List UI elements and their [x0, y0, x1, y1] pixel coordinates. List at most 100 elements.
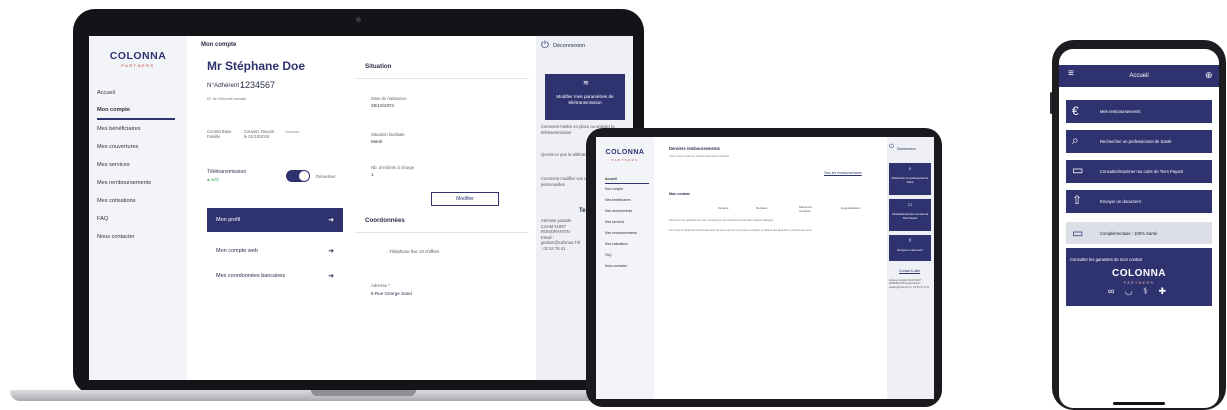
card-icon: ▭	[1072, 226, 1084, 240]
logo: COLONNA	[109, 50, 167, 62]
logout-button[interactable]: Déconnexion	[553, 43, 585, 49]
menu-label: Mon compte web	[216, 248, 258, 254]
all-refunds-link[interactable]: Tous les remboursements	[824, 171, 862, 175]
empty-message: Vous n'avez pas de remboursements récent…	[669, 154, 729, 158]
power-icon[interactable]: ⏻	[889, 144, 894, 151]
contact-help-link[interactable]: Contact & Aide	[899, 269, 920, 273]
sidebar-item-beneficiaires[interactable]: Mes bénéficiaires	[605, 198, 631, 202]
sidebar-item-services[interactable]: Mes services	[97, 162, 130, 168]
contact-info: Adresse postale CSAM 41097 ROMORANTIN Ce…	[889, 279, 930, 289]
situation-title: Situation	[365, 63, 392, 70]
menu-compte-web[interactable]: Mon compte web ➔	[207, 239, 343, 263]
divider	[355, 232, 529, 233]
tab-optique[interactable]: Optique	[718, 206, 729, 210]
page-title: Accueil	[1129, 73, 1149, 79]
search-professional-button[interactable]: Rechercher un professionnel de Santé	[1066, 130, 1212, 153]
logo-sub: PARTNERS	[1123, 281, 1155, 285]
contact-title: Te	[579, 208, 586, 214]
sidebar-item-remboursements[interactable]: Mes remboursements	[97, 180, 151, 186]
logo: COLONNA	[1111, 268, 1167, 279]
phone-field[interactable]: Téléphone fixe 10 chiffres	[389, 248, 459, 255]
power-icon[interactable]: ⏻	[541, 40, 549, 51]
sidebar	[89, 36, 187, 380]
secu-label: N° de Sécurité sociale	[207, 96, 247, 101]
wifi-icon: ≋	[583, 80, 589, 87]
logout-button[interactable]: Déconnexion	[897, 147, 916, 151]
family-value: Marié	[371, 139, 383, 144]
sidebar-item-beneficiaires[interactable]: Mes bénéficiaires	[97, 126, 141, 132]
sidebar-item-accueil[interactable]: Accueil	[97, 90, 115, 96]
logo-sub: PARTNERS	[121, 63, 155, 68]
status-badge: ● Actif	[207, 177, 219, 182]
logo: COLONNA	[605, 149, 645, 156]
coverage-icons: ∞ ◡ ⚕ ✚	[1107, 286, 1171, 296]
tablet-screen: COLONNA PARTNERS Accueil Mon compte Mes …	[596, 137, 934, 399]
sidebar-item-cotisations[interactable]: Mes cotisations	[605, 242, 628, 246]
sidebar-item-remboursements[interactable]: Mes remboursements	[605, 231, 637, 235]
sidebar-item-contact[interactable]: Nous contacter	[97, 234, 135, 240]
adherent-label: N°Adhérent :	[207, 82, 243, 89]
euro-icon: €	[1072, 104, 1079, 118]
contract-note: Découvrez les garanties de votre contrat…	[669, 219, 775, 222]
children-value: 1	[371, 172, 374, 177]
arrow-right-icon: ➔	[328, 248, 334, 255]
tab-medecine[interactable]: Médecine courante	[799, 205, 823, 213]
voucher-label: Voucher	[285, 129, 300, 134]
menu-label: Mon profil	[216, 217, 241, 223]
family-label: Situation familiale	[371, 132, 405, 137]
children-label: Nb. d'enfants à charge	[371, 165, 415, 170]
sidebar-item-faq[interactable]: FAQ	[97, 216, 108, 222]
sidebar-item-mon-compte[interactable]: Mon compte	[605, 187, 623, 191]
card-icon: ▭	[907, 202, 913, 208]
modify-button[interactable]: Modifier	[431, 192, 499, 206]
birthdate-value: 29/10/1974	[371, 103, 394, 108]
tab-hospitalisation[interactable]: Hospitalisation	[841, 206, 861, 210]
sidebar-item-abonnements[interactable]: Mes abonnements	[605, 209, 632, 213]
address-label: Adresse *	[371, 283, 391, 288]
active-underline	[605, 183, 649, 184]
sidebar-item-faq[interactable]: FAQ	[605, 253, 612, 257]
toggle-knob	[299, 171, 309, 181]
sidebar-item-contact[interactable]: Nous contacter	[605, 264, 627, 268]
birthdate-label: Date de naissance	[371, 96, 407, 101]
teletransmission-label: Télétransmission	[207, 169, 247, 175]
sidebar-item-mon-compte[interactable]: Mon compte	[97, 107, 130, 113]
breadcrumb: Mon compte	[201, 42, 237, 48]
laptop-notch	[311, 390, 416, 396]
address-value: 8 Rue George Sand	[371, 291, 412, 296]
search-icon: ⌕	[1072, 133, 1079, 147]
tab-dentaire[interactable]: Dentaire	[756, 206, 767, 210]
search-icon: ⌕	[908, 166, 912, 172]
menu-label: Mes coordonnées bancaires	[216, 273, 286, 279]
coordinates-title: Coordonnées	[365, 217, 405, 224]
upload-icon: ⇧	[907, 238, 913, 244]
arrow-right-icon: ➔	[328, 217, 334, 224]
contact-info: Adresse postale CSAM 41097 ROMORANTIN Em…	[541, 218, 581, 251]
menu-mon-profil[interactable]: Mon profil ➔	[207, 208, 343, 232]
menu-coordonnees-bancaires[interactable]: Mes coordonnées bancaires ➔	[207, 264, 343, 288]
tiers-payant-card-button[interactable]: Consulter/imprimer ma carte de Tiers Pay…	[1066, 160, 1212, 183]
laptop-screen: COLONNA PARTNERS Accueil Mon compte Mes …	[89, 36, 633, 380]
guarantees-text: Consulter les garanties de mon contrat	[1070, 257, 1142, 262]
card-icon: ▭	[1072, 163, 1084, 177]
contract-type: Contrat Base Famille	[207, 129, 232, 139]
phone-screen: ≡ Accueil ⊕ Mes remboursements € Recherc…	[1059, 49, 1219, 408]
refunds-button[interactable]: Mes remboursements	[1066, 100, 1212, 123]
globe-icon[interactable]: ⊕	[1205, 70, 1213, 81]
page-title: Derniers remboursements	[669, 146, 720, 151]
laptop-camera	[356, 17, 361, 22]
adherent-number: 1234567	[240, 80, 276, 90]
sidebar-item-accueil[interactable]: Accueil	[605, 177, 617, 181]
contract-since: Couvert. Depuis le 01/10/2019	[244, 129, 275, 139]
send-document-button[interactable]: Envoyer un document	[1066, 190, 1212, 213]
page-title: Mr Stéphane Doe	[207, 59, 306, 73]
mutual-banner[interactable]: Complémentaire : 100% Santé	[1066, 222, 1212, 244]
active-underline	[97, 118, 175, 120]
upload-icon: ⇧	[1072, 193, 1083, 207]
contract-title: Mon contrat	[669, 192, 690, 196]
home-indicator	[1113, 402, 1165, 405]
contract-note: Pour avoir le détail des remboursements …	[669, 229, 813, 232]
sidebar-item-services[interactable]: Mes services	[605, 220, 624, 224]
sidebar-item-couvertures[interactable]: Mes couvertures	[97, 144, 138, 150]
sidebar-item-cotisations[interactable]: Mes cotisations	[97, 198, 136, 204]
